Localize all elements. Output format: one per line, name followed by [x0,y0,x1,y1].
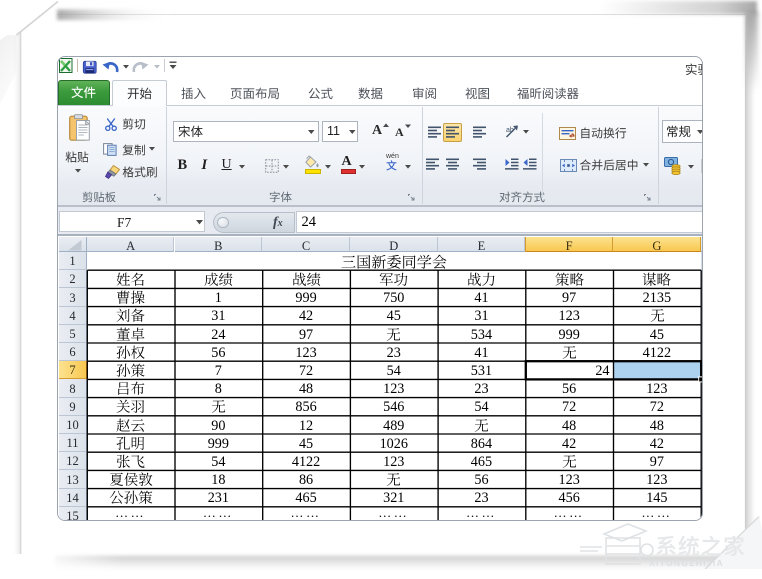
svg-text:ab: ab [506,127,514,134]
